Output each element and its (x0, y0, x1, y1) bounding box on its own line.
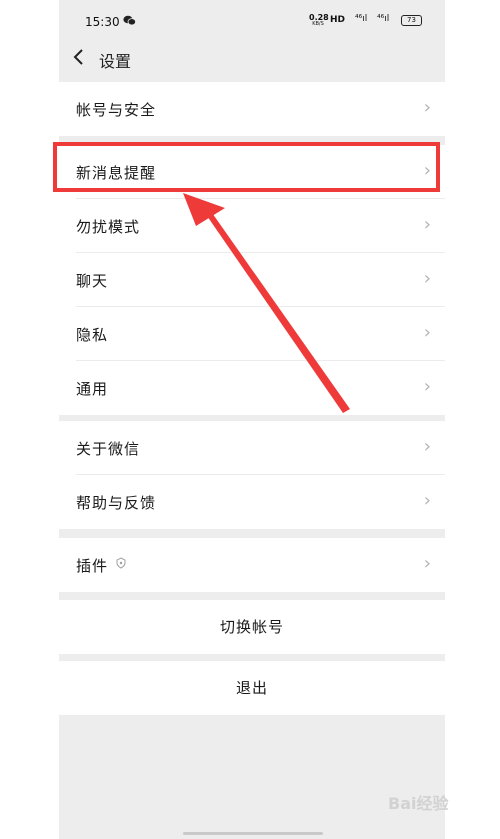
arrow-head (183, 193, 225, 226)
watermark-logo: Bai经验 (388, 794, 449, 813)
annotation-arrow (183, 193, 350, 413)
arrow-shaft (205, 210, 350, 413)
